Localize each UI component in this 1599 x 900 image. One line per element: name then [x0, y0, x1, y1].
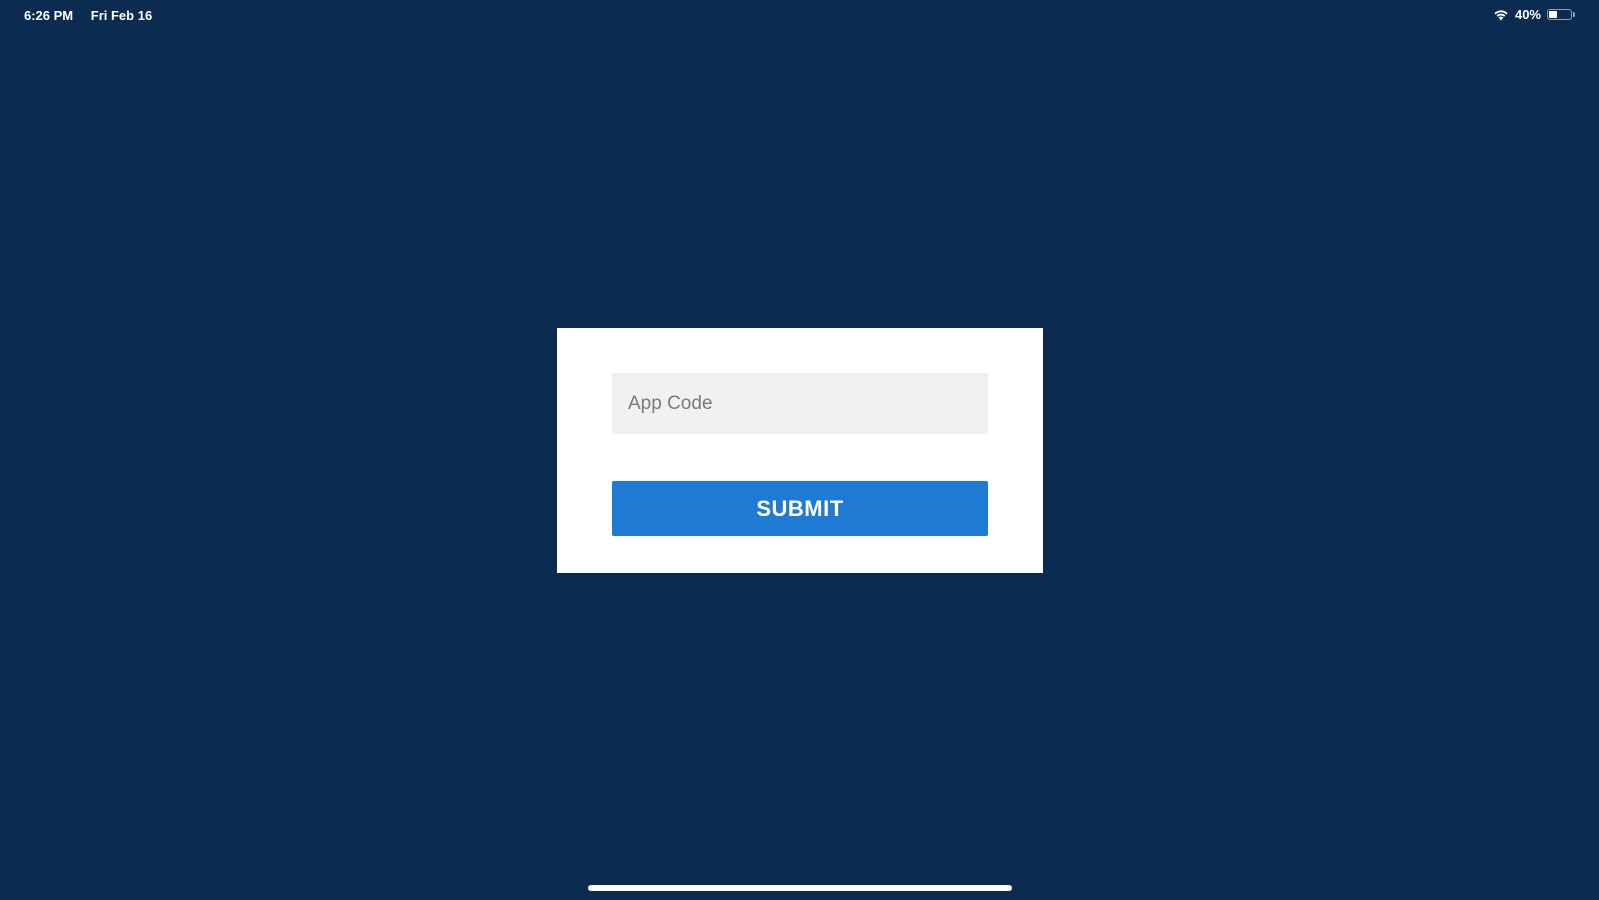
- status-date: Fri Feb 16: [90, 8, 153, 23]
- battery-fill: [1549, 11, 1558, 18]
- status-right: 40%: [1493, 7, 1575, 22]
- app-code-card: SUBMIT: [557, 328, 1043, 573]
- battery-percent: 40%: [1514, 7, 1541, 22]
- app-code-input[interactable]: [612, 373, 988, 434]
- battery-cap: [1573, 12, 1575, 17]
- battery-body: [1547, 9, 1572, 20]
- status-bar: 6:26 PM Fri Feb 16 40%: [0, 0, 1599, 30]
- submit-button[interactable]: SUBMIT: [612, 481, 988, 536]
- home-indicator[interactable]: [588, 885, 1012, 891]
- battery-icon: [1547, 9, 1575, 20]
- wifi-icon: [1493, 9, 1509, 21]
- app-screen: 6:26 PM Fri Feb 16 40% SUBMIT: [0, 0, 1599, 900]
- status-left: 6:26 PM Fri Feb 16: [24, 8, 152, 23]
- status-time: 6:26 PM: [24, 8, 74, 23]
